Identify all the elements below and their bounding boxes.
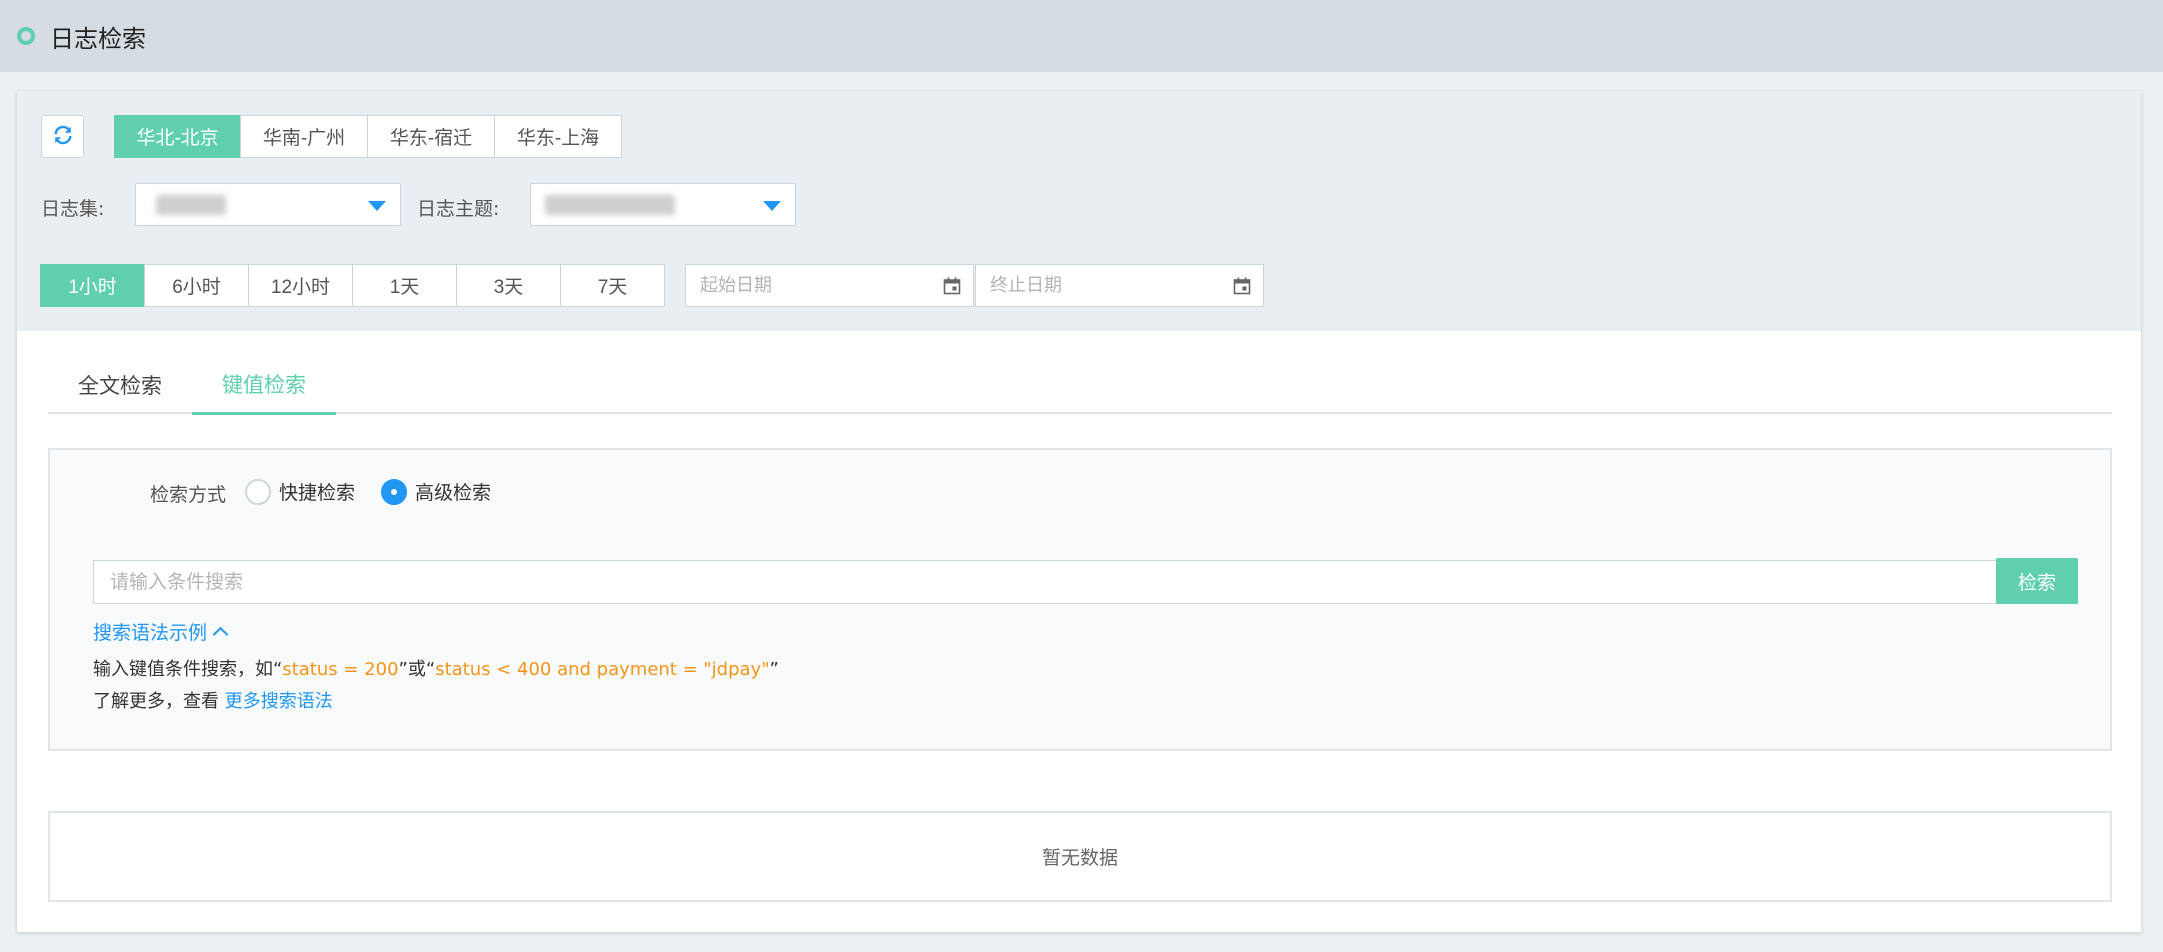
end-date-picker[interactable] xyxy=(975,264,1264,307)
empty-state-text: 暂无数据 xyxy=(1041,847,1118,869)
status-ring-icon xyxy=(17,27,35,45)
time-range-7d[interactable]: 7天 xyxy=(560,264,665,307)
region-tab-huadong-shanghai[interactable]: 华东-上海 xyxy=(494,115,622,158)
search-tabs: 全文检索 键值检索 xyxy=(48,356,2112,415)
region-selector: 华北-北京 华南-广州 华东-宿迁 华东-上海 xyxy=(114,115,622,158)
region-tab-huabei-beijing[interactable]: 华北-北京 xyxy=(114,115,241,158)
chevron-up-icon xyxy=(212,626,229,643)
logset-select[interactable] xyxy=(135,183,401,226)
time-range-12h[interactable]: 12小时 xyxy=(248,264,353,307)
radio-advanced-search[interactable]: 高级检索 xyxy=(381,478,491,505)
search-button[interactable]: 检索 xyxy=(1996,558,2078,604)
main-card: 华北-北京 华南-广州 华东-宿迁 华东-上海 日志集: 日志主题: 1小时 6… xyxy=(17,91,2141,932)
learn-more-text: 了解更多，查看 xyxy=(93,691,225,712)
calendar-icon xyxy=(1233,277,1251,299)
more-syntax-link[interactable]: 更多搜索语法 xyxy=(225,691,333,712)
learn-more-line: 了解更多，查看 更多搜索语法 xyxy=(93,687,333,713)
search-panel: 检索方式 快捷检索 高级检索 检索 搜索语法示例 输入键值条件搜索，如“stat… xyxy=(48,448,2112,751)
topic-select[interactable] xyxy=(530,183,796,226)
syntax-hint-line: 输入键值条件搜索，如“status = 200”或“status < 400 a… xyxy=(93,655,779,681)
logset-value-redacted xyxy=(156,195,226,215)
time-range-1d[interactable]: 1天 xyxy=(352,264,457,307)
hint-text: ”或“ xyxy=(398,659,436,680)
tab-fulltext-search[interactable]: 全文检索 xyxy=(48,356,192,414)
hint-text: ” xyxy=(769,659,779,680)
results-panel: 暂无数据 xyxy=(48,811,2112,902)
time-range-selector: 1小时 6小时 12小时 1天 3天 7天 xyxy=(40,264,665,307)
time-range-3d[interactable]: 3天 xyxy=(456,264,561,307)
hint-example-code: status < 400 and payment = "jdpay" xyxy=(435,659,770,680)
tab-keyvalue-search[interactable]: 键值检索 xyxy=(192,356,336,415)
region-tab-huanan-guangzhou[interactable]: 华南-广州 xyxy=(240,115,368,158)
filter-area: 华北-北京 华南-广州 华东-宿迁 华东-上海 日志集: 日志主题: 1小时 6… xyxy=(17,91,2141,331)
syntax-example-label: 搜索语法示例 xyxy=(93,622,208,644)
end-date-input[interactable] xyxy=(976,265,1216,306)
radio-quick-search-label: 快捷检索 xyxy=(279,482,356,504)
logset-label: 日志集: xyxy=(41,198,105,220)
calendar-icon xyxy=(943,277,961,299)
refresh-button[interactable] xyxy=(41,115,84,158)
refresh-icon xyxy=(52,124,74,150)
radio-quick-search[interactable]: 快捷检索 xyxy=(245,478,355,505)
syntax-example-toggle[interactable]: 搜索语法示例 xyxy=(93,618,229,645)
radio-circle-icon xyxy=(245,478,271,505)
topic-value-redacted xyxy=(545,195,675,215)
search-method-label: 检索方式 xyxy=(150,484,227,506)
region-tab-huadong-suqian[interactable]: 华东-宿迁 xyxy=(367,115,495,158)
query-input[interactable] xyxy=(93,560,2072,604)
topic-label: 日志主题: xyxy=(417,198,500,220)
chevron-down-icon xyxy=(763,201,781,211)
start-date-picker[interactable] xyxy=(685,264,974,307)
page-title: 日志检索 xyxy=(50,24,146,53)
start-date-input[interactable] xyxy=(686,265,926,306)
page-header: 日志检索 xyxy=(0,0,2163,72)
hint-text: 输入键值条件搜索，如“ xyxy=(93,659,283,680)
hint-example-code: status = 200 xyxy=(282,659,399,680)
time-range-1h[interactable]: 1小时 xyxy=(40,264,145,307)
chevron-down-icon xyxy=(368,201,386,211)
radio-checked-icon xyxy=(381,478,407,505)
time-range-6h[interactable]: 6小时 xyxy=(144,264,249,307)
radio-advanced-search-label: 高级检索 xyxy=(415,482,492,504)
